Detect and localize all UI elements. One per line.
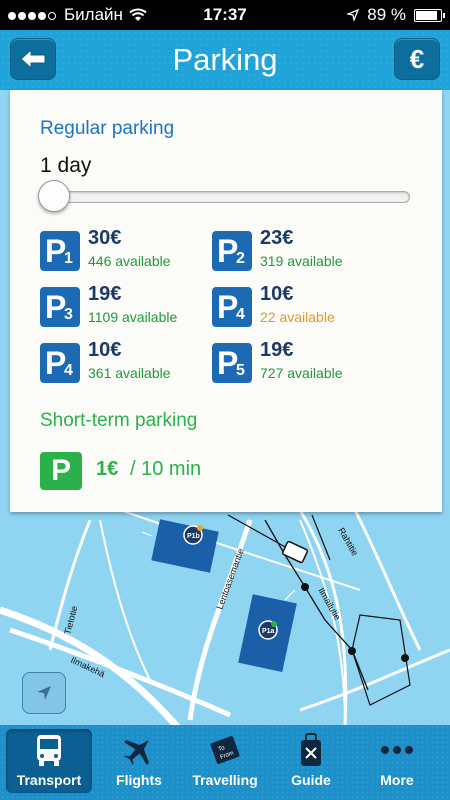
lot-availability: 727 available xyxy=(260,365,343,381)
parking-lot-p3[interactable]: P3 19€ 1109 available xyxy=(40,283,230,333)
location-arrow-icon xyxy=(37,686,51,700)
bus-icon xyxy=(6,731,92,769)
tab-more[interactable]: More xyxy=(354,729,440,793)
battery-icon xyxy=(414,8,445,22)
lot-price: 23€ xyxy=(260,227,294,249)
tab-bar: Transport Flights To From Travelling Gui… xyxy=(0,725,450,800)
parking-badge: P4 xyxy=(212,287,252,327)
tab-guide[interactable]: Guide xyxy=(268,729,354,793)
parking-lot-p1[interactable]: P1 30€ 446 available xyxy=(40,227,230,277)
parking-lot-p2[interactable]: P2 23€ 319 available xyxy=(212,227,402,277)
lot-availability: 319 available xyxy=(260,253,343,269)
tab-label: Transport xyxy=(16,772,82,788)
tab-flights[interactable]: Flights xyxy=(96,729,182,793)
lot-availability: 22 available xyxy=(260,309,335,325)
lot-price: 19€ xyxy=(260,339,294,361)
parking-badge: P5 xyxy=(212,343,252,383)
duration-slider-thumb[interactable] xyxy=(38,180,70,212)
status-bar: Билайн 17:37 89 % xyxy=(0,0,450,30)
more-icon xyxy=(354,731,440,769)
tab-transport[interactable]: Transport xyxy=(6,729,92,793)
parking-marker-label: P1b xyxy=(187,533,200,540)
parking-card: Regular parking 1 day P1 30€ 446 availab… xyxy=(10,90,442,512)
short-term-period: / 10 min xyxy=(130,458,202,480)
parking-marker-label: P1a xyxy=(262,628,275,635)
tab-travelling[interactable]: To From Travelling xyxy=(182,729,268,793)
guide-icon xyxy=(268,731,354,769)
lot-price: 19€ xyxy=(88,283,122,305)
tab-label: Guide xyxy=(291,772,331,788)
parking-lot-p4[interactable]: P4 10€ 22 available xyxy=(212,283,402,333)
status-right: 89 % xyxy=(347,5,445,25)
lot-price: 10€ xyxy=(88,339,122,361)
location-arrow-icon xyxy=(347,9,360,21)
parking-badge: P4 xyxy=(40,343,80,383)
battery-percent: 89 % xyxy=(367,5,406,24)
currency-button[interactable]: € xyxy=(394,38,440,80)
tab-label: Travelling xyxy=(192,772,258,788)
duration-label: 1 day xyxy=(40,154,92,177)
parking-badge: P2 xyxy=(212,231,252,271)
tab-label: More xyxy=(380,772,414,788)
duration-slider[interactable] xyxy=(40,191,410,203)
tab-label: Flights xyxy=(116,772,162,788)
nav-bar: Parking € xyxy=(0,30,450,90)
page-title: Parking xyxy=(172,42,278,77)
parking-badge: P1 xyxy=(40,231,80,271)
regular-parking-title: Regular parking xyxy=(40,118,175,139)
short-term-badge: P xyxy=(40,452,82,490)
parking-lot-p5[interactable]: P5 19€ 727 available xyxy=(212,339,402,389)
lot-availability: 446 available xyxy=(88,253,171,269)
lot-availability: 1109 available xyxy=(88,309,178,325)
lot-availability: 361 available xyxy=(88,365,171,381)
parking-badge: P3 xyxy=(40,287,80,327)
short-term-title: Short-term parking xyxy=(40,410,198,431)
parking-lot-p4-alt[interactable]: P4 10€ 361 available xyxy=(40,339,230,389)
lot-price: 30€ xyxy=(88,227,122,249)
ticket-icon: To From xyxy=(182,731,268,769)
plane-icon xyxy=(96,731,182,769)
lot-price: 10€ xyxy=(260,283,294,305)
locate-button[interactable] xyxy=(22,672,66,714)
short-term-price: 1€ xyxy=(96,458,119,480)
